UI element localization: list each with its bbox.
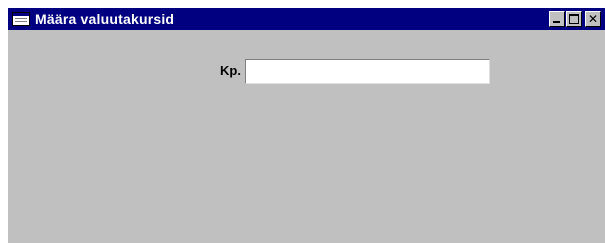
minimize-button[interactable] [549, 11, 565, 27]
kp-label: Kp. [220, 63, 241, 78]
title-bar[interactable]: Määra valuutakursid ✕ [8, 8, 605, 30]
window: Määra valuutakursid ✕ Kp. [8, 8, 605, 243]
kp-date-input[interactable] [245, 59, 490, 84]
window-title: Määra valuutakursid [35, 11, 175, 27]
minimize-icon [553, 21, 560, 23]
window-icon[interactable] [12, 12, 30, 26]
close-icon: ✕ [587, 12, 599, 26]
maximize-icon [569, 14, 579, 24]
close-button[interactable]: ✕ [585, 11, 601, 27]
maximize-button[interactable] [566, 11, 582, 27]
